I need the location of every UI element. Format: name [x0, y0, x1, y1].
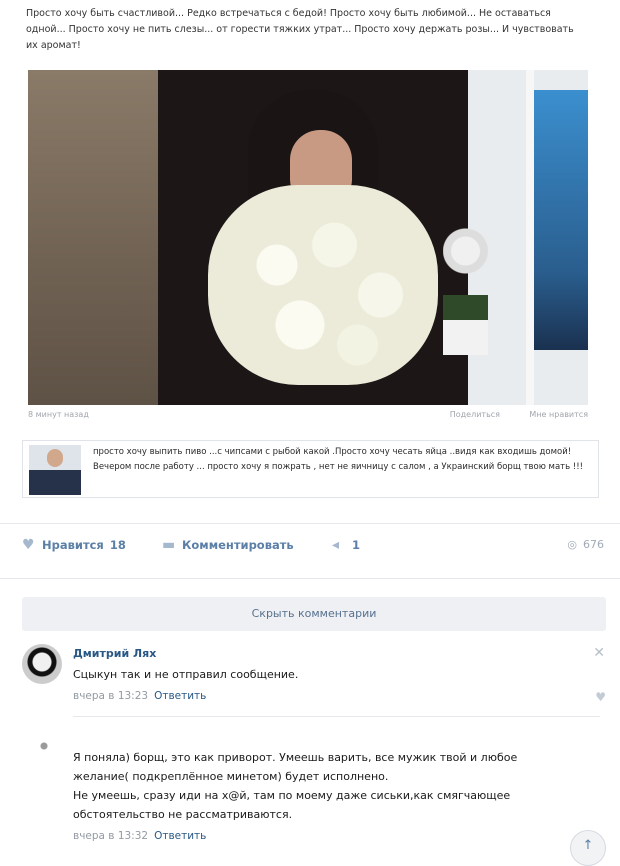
divider: [73, 716, 600, 717]
comment-label: Комментировать: [182, 538, 294, 552]
arrow-up-icon: ↑: [582, 838, 594, 853]
avatar[interactable]: [29, 445, 81, 495]
hide-comments-button[interactable]: Скрыть комментарии: [22, 597, 606, 631]
avatar[interactable]: [22, 728, 62, 768]
scroll-to-top-button[interactable]: ↑: [570, 830, 606, 866]
photo-roses: [208, 185, 438, 385]
quoted-comment: просто хочу выпить пиво ...с чипсами с р…: [22, 440, 599, 498]
post-meta: 8 минут назад Поделиться Мне нравится: [28, 410, 588, 424]
like-label: Нравится: [42, 538, 104, 552]
divider: [0, 523, 620, 524]
comment-text: Я поняла) борщ, это как приворот. Умеешь…: [73, 748, 517, 824]
photo-plant: [443, 225, 488, 355]
post-photo[interactable]: [28, 70, 588, 405]
comment-date-line: вчера в 13:32 Ответить: [73, 830, 206, 842]
comment-button[interactable]: ▬ Комментировать: [162, 538, 294, 552]
photo-window-glass: [533, 90, 588, 350]
comment-date-line: вчера в 13:23 Ответить: [73, 690, 206, 702]
close-icon[interactable]: ✕: [593, 645, 605, 661]
avatar-head: [47, 449, 63, 467]
reply-link[interactable]: Ответить: [154, 690, 206, 702]
views-count: 676: [583, 538, 604, 551]
comment-line: желание( подкреплённое минетом) будет ис…: [73, 770, 389, 783]
heart-icon[interactable]: ♥: [595, 690, 606, 704]
divider: [0, 578, 620, 579]
share-link[interactable]: Поделиться: [450, 410, 500, 419]
views-counter: ◎ 676: [567, 538, 604, 551]
photo-wall: [28, 70, 158, 405]
megaphone-icon: ◂: [332, 537, 340, 553]
reply-link[interactable]: Ответить: [154, 830, 206, 842]
like-link[interactable]: Мне нравится: [529, 410, 588, 419]
like-count: 18: [109, 538, 126, 552]
comment-date: вчера в 13:23: [73, 690, 149, 702]
photo-window-frame: [526, 70, 534, 405]
post-time[interactable]: 8 минут назад: [28, 410, 89, 419]
share-count: 1: [352, 538, 361, 552]
avatar[interactable]: [22, 644, 62, 684]
comment-line: обстоятельство не рассматриваются.: [73, 808, 293, 821]
comment-text: Сцыкун так и не отправил сообщение.: [73, 668, 299, 681]
comment-line: Не умеешь, сразу иди на х@й, там по моем…: [73, 789, 511, 802]
heart-icon: ♥: [22, 537, 35, 553]
comment-icon: ▬: [162, 537, 176, 553]
comment-line: Я поняла) борщ, это как приворот. Умеешь…: [73, 751, 518, 764]
comment-author[interactable]: Дмитрий Лях: [73, 647, 156, 660]
post-actions: ♥ Нравится 18 ▬ Комментировать ◂ 1 ◎ 676: [22, 538, 610, 560]
comment-date: вчера в 13:32: [73, 830, 149, 842]
share-button[interactable]: ◂ 1: [332, 538, 360, 552]
like-button[interactable]: ♥ Нравится 18: [22, 538, 126, 552]
eye-icon: ◎: [567, 538, 577, 551]
post-text: Просто хочу быть счастливой... Редко вст…: [26, 8, 574, 51]
quoted-comment-text: просто хочу выпить пиво ...с чипсами с р…: [93, 447, 584, 472]
